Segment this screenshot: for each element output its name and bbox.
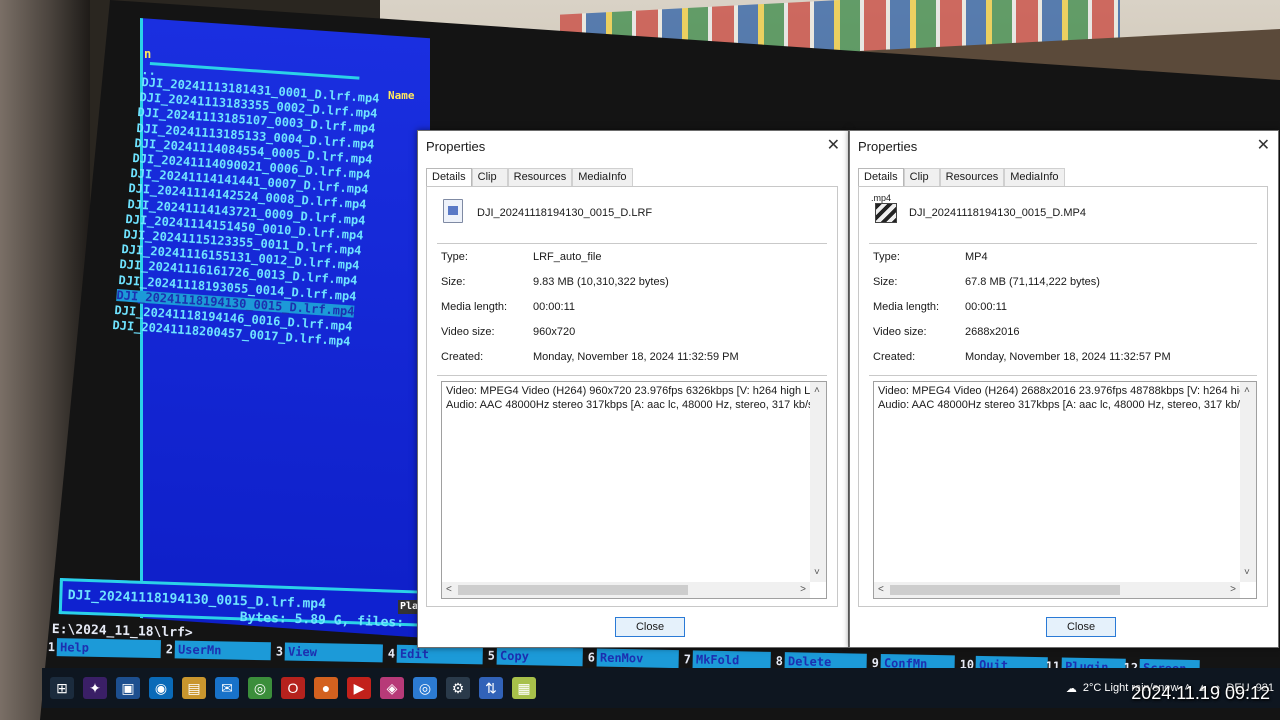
separator [869,375,1257,376]
prop-key: Created: [873,351,916,363]
icon-extension-label: .mp4 [871,193,892,203]
firefox-icon[interactable]: ● [314,677,338,699]
scroll-up-icon[interactable]: ˄ [1244,384,1250,398]
tab-strip: Details Clip Resources MediaInfo [426,168,633,187]
copilot-icon[interactable]: ✦ [83,677,107,699]
file-explorer-icon[interactable]: ▤ [182,677,206,699]
prop-value: 960x720 [533,326,576,338]
prop-row-type: Type: LRF_auto_file [441,251,602,263]
separator [869,243,1257,244]
close-button[interactable]: Close [615,617,685,637]
clapperboard-icon [875,203,897,223]
prop-row-type: Type: MP4 [873,251,988,263]
prop-row-video-size: Video size: 960x720 [441,326,575,338]
video-timestamp-overlay: 2024.11.19 09:12 [1131,683,1270,703]
details-panel: DJI_20241118194130_0015_D.LRF Type: LRF_a… [426,186,838,607]
prop-key: Media length: [873,301,940,313]
scroll-down-icon[interactable]: ˅ [814,566,820,580]
mail-icon[interactable]: ✉ [215,677,239,699]
info-audio-line: Audio: AAC 48000Hz stereo 317kbps [A: aa… [446,399,817,411]
prop-row-size: Size: 9.83 MB (10,310,322 bytes) [441,276,669,288]
file-name: DJI_20241118194130_0015_D.LRF [477,207,653,219]
prop-key: Video size: [441,326,495,338]
file-name: DJI_20241118194130_0015_D.MP4 [909,207,1086,219]
vertical-scrollbar[interactable]: ˄ ˅ [1240,382,1256,582]
taskbar: ⊞ ✦ ▣ ◉ ▤ ✉ ◎ O ● ▶ ◈ ◎ ⚙ ⇅ ▦ ☁ 2°C Ligh… [42,668,1280,708]
scroll-thumb[interactable] [458,585,688,595]
prop-row-media-length: Media length: 00:00:11 [441,301,575,313]
prop-key: Type: [441,251,468,263]
info-video-line: Video: MPEG4 Video (H264) 960x720 23.976… [446,385,826,397]
scroll-thumb[interactable] [890,585,1120,595]
opera-icon[interactable]: O [281,677,305,699]
media-info-box[interactable]: Video: MPEG4 Video (H264) 960x720 23.976… [441,381,827,599]
edge-icon[interactable]: ◉ [149,677,173,699]
tab-strip: Details Clip Resources MediaInfo [858,168,1065,187]
prop-value: 9.83 MB (10,310,322 bytes) [533,276,669,288]
lrf-file-icon [443,199,463,223]
youtube-icon[interactable]: ▶ [347,677,371,699]
tab-resources[interactable]: Resources [507,168,573,187]
prop-row-created: Created: Monday, November 18, 2024 11:32:… [441,351,739,363]
scroll-left-icon[interactable]: < [446,583,452,597]
chrome-alt-icon[interactable]: ◎ [413,677,437,699]
tab-details[interactable]: Details [858,168,904,187]
prop-key: Size: [873,276,898,288]
scroll-right-icon[interactable]: > [800,583,806,597]
prop-key: Media length: [441,301,508,313]
prop-key: Created: [441,351,484,363]
separator [437,375,827,376]
far-manager-icon[interactable]: ▦ [512,677,536,699]
scroll-left-icon[interactable]: < [878,583,884,597]
properties-dialog-mp4: Properties ✕ Details Clip Resources Medi… [849,130,1279,648]
prop-row-size: Size: 67.8 MB (71,114,222 bytes) [873,276,1100,288]
prop-value: 00:00:11 [533,301,576,313]
close-button[interactable]: Close [1046,617,1116,637]
network-app-icon[interactable]: ⇅ [479,677,503,699]
prop-row-video-size: Video size: 2688x2016 [873,326,1019,338]
prop-value: LRF_auto_file [533,251,602,263]
tab-details[interactable]: Details [426,168,472,187]
chrome-icon[interactable]: ◎ [248,677,272,699]
prop-key: Size: [441,276,466,288]
prop-value: Monday, November 18, 2024 11:32:59 PM [533,351,739,363]
prop-value: 67.8 MB (71,114,222 bytes) [965,276,1100,288]
tab-resources[interactable]: Resources [939,168,1005,187]
prop-value: Monday, November 18, 2024 11:32:57 PM [965,351,1171,363]
prop-row-media-length: Media length: 00:00:11 [873,301,1007,313]
close-icon[interactable]: ✕ [1257,135,1270,155]
properties-dialog-lrf: Properties ✕ Details Clip Resources Medi… [417,130,849,648]
weather-icon[interactable]: ☁ [1066,682,1077,695]
task-view-icon[interactable]: ▣ [116,677,140,699]
prop-value: MP4 [965,251,988,263]
scroll-right-icon[interactable]: > [1230,583,1236,597]
media-info-box[interactable]: Video: MPEG4 Video (H264) 2688x2016 23.9… [873,381,1257,599]
close-icon[interactable]: ✕ [827,135,840,155]
details-panel: .mp4 DJI_20241118194130_0015_D.MP4 Type:… [858,186,1268,607]
tab-clip[interactable]: Clip [903,168,940,187]
prop-row-created: Created: Monday, November 18, 2024 11:32:… [873,351,1171,363]
dialog-title: Properties [858,139,918,154]
horizontal-scrollbar[interactable]: < > [442,582,810,598]
horizontal-scrollbar[interactable]: < > [874,582,1240,598]
windows-start-icon[interactable]: ⊞ [50,677,74,699]
prop-value: 00:00:11 [965,301,1008,313]
prop-value: 2688x2016 [965,326,1020,338]
vertical-scrollbar[interactable]: ˄ ˅ [810,382,826,582]
settings-gear-icon[interactable]: ⚙ [446,677,470,699]
separator [437,243,827,244]
prop-key: Type: [873,251,900,263]
info-video-line: Video: MPEG4 Video (H264) 2688x2016 23.9… [878,385,1252,397]
tab-mediainfo[interactable]: MediaInfo [1004,168,1065,187]
info-audio-line: Audio: AAC 48000Hz stereo 317kbps [A: aa… [878,399,1249,411]
scroll-up-icon[interactable]: ˄ [814,384,820,398]
tab-clip[interactable]: Clip [471,168,508,187]
dialog-title: Properties [426,139,486,154]
tab-mediainfo[interactable]: MediaInfo [572,168,633,187]
scroll-down-icon[interactable]: ˅ [1244,566,1250,580]
prop-key: Video size: [873,326,927,338]
screenshot-tool-icon[interactable]: ◈ [380,677,404,699]
